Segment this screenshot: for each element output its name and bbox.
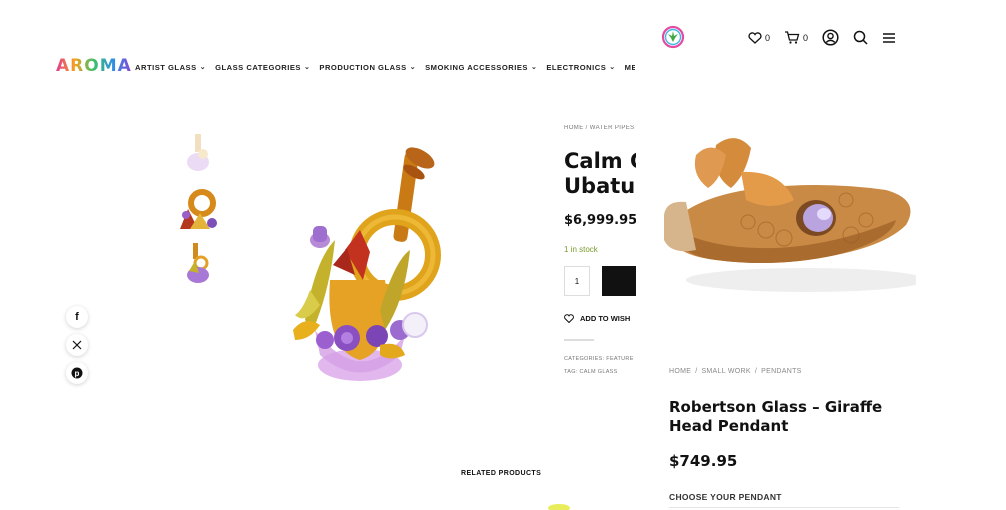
nav-merch[interactable]: MERC xyxy=(625,60,635,74)
product-price: $6,999.95 xyxy=(564,213,636,228)
heart-icon xyxy=(564,314,574,323)
nav-glass-categories[interactable]: GLASS CATEGORIES ⌄ xyxy=(215,60,310,74)
chevron-down-icon: ⌄ xyxy=(530,64,538,71)
menu-button[interactable] xyxy=(882,32,896,44)
facebook-icon[interactable]: f xyxy=(66,306,88,328)
nav-electronics[interactable]: ELECTRONICS ⌄ xyxy=(546,60,615,74)
header-icons: 0 0 xyxy=(748,29,896,46)
cart-link[interactable]: 0 xyxy=(784,31,808,44)
choose-pendant-label: CHOOSE YOUR PENDANT xyxy=(669,492,782,502)
product-summary: HOME / WATER PIPES Calm G Ubatu $6,999.9… xyxy=(564,125,636,395)
cart-count: 0 xyxy=(803,32,809,43)
thumbnail-1[interactable] xyxy=(176,130,220,176)
nav-smoking-accessories[interactable]: SMOKING ACCESSORIES ⌄ xyxy=(425,60,537,74)
bong-closeup-image xyxy=(176,185,220,231)
breadcrumb-small-work[interactable]: SMALL WORK xyxy=(701,368,750,375)
wishlist-count: 0 xyxy=(765,32,771,43)
related-product-preview[interactable] xyxy=(548,504,570,510)
divider xyxy=(669,507,899,508)
pinterest-icon[interactable]: p xyxy=(66,362,88,384)
divider xyxy=(564,339,594,341)
chevron-down-icon: ⌄ xyxy=(609,64,616,71)
breadcrumb: HOME / SMALL WORK / PENDANTS xyxy=(669,368,802,375)
bong-thumbnail-image xyxy=(187,134,209,171)
main-nav: ARTIST GLASS ⌄ GLASS CATEGORIES ⌄ PRODUCTI… xyxy=(135,60,635,74)
svg-text:p: p xyxy=(75,369,80,378)
bong-full-image xyxy=(187,243,209,283)
search-button[interactable] xyxy=(853,30,868,45)
chevron-down-icon: ⌄ xyxy=(409,64,417,71)
pinterest-logo-icon: p xyxy=(71,367,83,379)
product-title: Calm G Ubatu xyxy=(564,149,636,198)
user-icon xyxy=(822,29,839,46)
product-meta: CATEGORIES: FEATURE TAG: CALM GLASS xyxy=(564,353,636,379)
breadcrumb-home[interactable]: HOME xyxy=(669,368,691,375)
nav-artist-glass[interactable]: ARTIST GLASS ⌄ xyxy=(135,60,206,74)
gallery-thumbnails xyxy=(176,130,222,295)
thumbnail-2[interactable] xyxy=(176,185,220,231)
pendant-product-image[interactable] xyxy=(656,130,916,300)
site-logo[interactable]: AROMA xyxy=(56,56,132,76)
search-icon xyxy=(853,30,868,45)
x-logo-icon xyxy=(72,340,82,350)
cart-icon xyxy=(785,31,800,44)
product-title: Robertson Glass – Giraffe Head Pendant xyxy=(669,398,883,435)
thumbnail-3[interactable] xyxy=(176,240,220,286)
nav-production-glass[interactable]: PRODUCTION GLASS ⌄ xyxy=(319,60,416,74)
product-categories[interactable]: CATEGORIES: FEATURE xyxy=(564,353,636,366)
account-link[interactable] xyxy=(822,29,839,46)
chevron-down-icon: ⌄ xyxy=(304,64,311,71)
x-icon[interactable] xyxy=(66,334,88,356)
add-to-wishlist-button[interactable]: ADD TO WISH xyxy=(564,314,636,323)
breadcrumb-pendants[interactable]: PENDANTS xyxy=(761,368,802,375)
product-price: $749.95 xyxy=(669,452,738,470)
heart-icon xyxy=(748,31,762,44)
add-to-cart-button[interactable] xyxy=(601,266,636,296)
related-products-title: RELATED PRODUCTS xyxy=(461,470,542,477)
social-share: f p xyxy=(66,306,88,390)
product-tag[interactable]: TAG: CALM GLASS xyxy=(564,366,636,379)
breadcrumb[interactable]: HOME / WATER PIPES xyxy=(564,125,636,131)
quantity-input[interactable]: 1 xyxy=(564,266,590,296)
stock-status: 1 in stock xyxy=(564,245,598,254)
product-main-image[interactable] xyxy=(285,140,455,390)
chevron-down-icon: ⌄ xyxy=(199,64,207,71)
hamburger-menu-icon xyxy=(883,32,896,43)
brand-emblem-icon[interactable] xyxy=(661,25,685,49)
add-to-cart-row: 1 xyxy=(564,266,636,296)
pendant-product-window: 0 0 HOME / SMALL WORK / PENDANTS Roberts… xyxy=(636,0,1006,510)
wishlist-link[interactable]: 0 xyxy=(748,31,771,44)
